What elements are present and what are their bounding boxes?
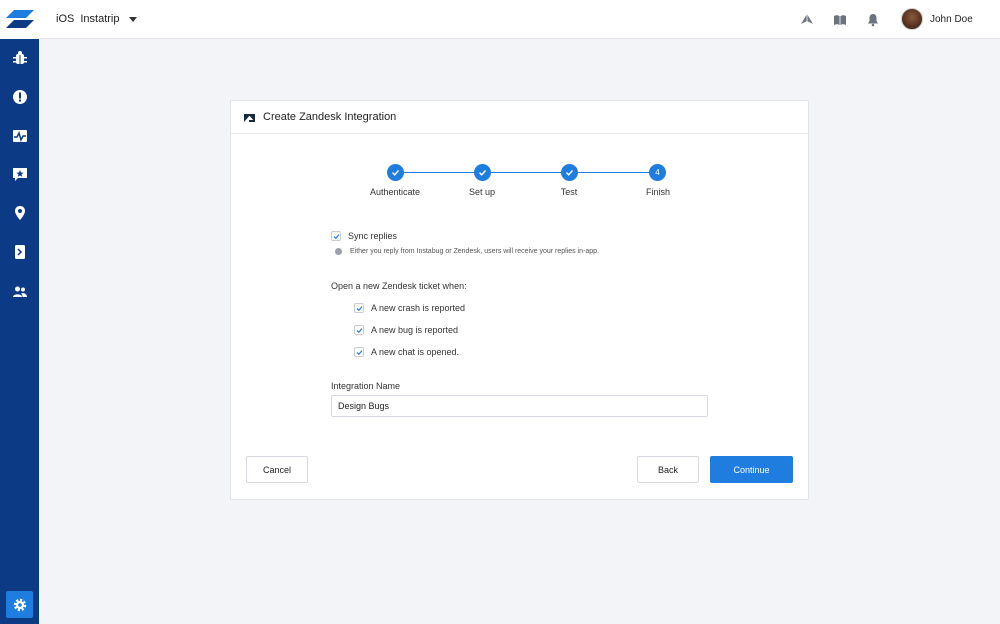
user-name: John Doe xyxy=(930,13,973,25)
step-4-marker: 4 xyxy=(649,164,666,181)
open-ticket-label: Open a new Zendesk ticket when: xyxy=(331,281,467,291)
step-2-marker xyxy=(474,164,491,181)
check-icon xyxy=(392,170,400,176)
app-selector[interactable]: iOS Instatrip xyxy=(56,13,138,25)
top-icons xyxy=(799,12,898,28)
nav-app-review[interactable] xyxy=(0,237,39,267)
sync-replies-label: Sync replies xyxy=(348,231,398,241)
step-label: Set up xyxy=(468,187,496,197)
ticket-chat-checkbox[interactable] xyxy=(354,347,364,357)
ticket-option-label: A new bug is reported xyxy=(371,325,459,335)
back-button[interactable]: Back xyxy=(637,456,699,483)
nav-location[interactable] xyxy=(0,198,39,228)
location-icon xyxy=(14,206,25,220)
cancel-button[interactable]: Cancel xyxy=(246,456,308,483)
ticket-option-bug[interactable]: A new bug is reported xyxy=(354,325,458,335)
settings-button[interactable] xyxy=(6,591,33,618)
step-connector xyxy=(404,172,474,173)
step-label: Authenticate xyxy=(369,187,421,197)
app-name: Instatrip xyxy=(80,13,120,25)
notifications-button[interactable] xyxy=(865,12,881,28)
topbar: iOS Instatrip John Doe xyxy=(39,0,1000,39)
bell-icon xyxy=(868,14,878,27)
ticket-option-label: A new crash is reported xyxy=(371,303,466,313)
check-icon xyxy=(356,349,362,355)
sidebar xyxy=(0,0,39,624)
ticket-crash-checkbox[interactable] xyxy=(354,303,364,313)
sync-replies-checkbox[interactable] xyxy=(331,231,341,241)
hint-text: Either you reply from Instabug or Zendes… xyxy=(350,248,599,255)
instabug-logo[interactable] xyxy=(0,0,39,39)
sync-replies-hint: Either you reply from Instabug or Zendes… xyxy=(335,248,599,255)
check-icon xyxy=(333,233,339,239)
nav-feature-requests[interactable] xyxy=(0,159,39,189)
check-icon xyxy=(566,170,574,176)
ticket-option-label: A new chat is opened. xyxy=(371,347,460,357)
nav-bugs[interactable] xyxy=(0,43,39,73)
step-label: Test xyxy=(560,187,578,197)
docs-button[interactable] xyxy=(832,12,848,28)
card-header: Create Zandesk Integration xyxy=(231,101,808,134)
nav-crashes[interactable] xyxy=(0,82,39,112)
continue-button[interactable]: Continue xyxy=(710,456,793,483)
integration-name-label: Integration Name xyxy=(331,381,401,391)
nav-users[interactable] xyxy=(0,277,39,307)
app-review-icon xyxy=(14,245,25,259)
nav-apm[interactable] xyxy=(0,121,39,151)
step-connector xyxy=(491,172,561,173)
users-icon xyxy=(12,286,27,297)
info-icon xyxy=(335,248,342,255)
check-icon xyxy=(356,305,362,311)
avatar xyxy=(901,8,923,30)
step-connector xyxy=(578,172,649,173)
check-icon xyxy=(356,327,362,333)
ticket-option-chat[interactable]: A new chat is opened. xyxy=(354,347,459,357)
sync-replies-option[interactable]: Sync replies xyxy=(331,231,397,241)
integration-card: Create Zandesk Integration 4 Authenticat… xyxy=(230,100,809,500)
step-label: Finish xyxy=(645,187,670,197)
step-1-marker xyxy=(387,164,404,181)
zendesk-logo-icon xyxy=(244,113,255,122)
book-icon xyxy=(834,15,846,25)
stepper: 4 Authenticate Set up Test Finish xyxy=(231,163,810,203)
user-menu[interactable]: John Doe xyxy=(901,8,973,30)
integration-name-input[interactable] xyxy=(331,395,708,417)
feature-requests-icon xyxy=(12,168,27,181)
bug-icon xyxy=(12,51,27,64)
apm-icon xyxy=(12,130,27,143)
announcements-button[interactable] xyxy=(799,12,815,28)
gear-icon xyxy=(13,598,26,611)
app-platform: iOS xyxy=(56,13,75,25)
crash-icon xyxy=(12,90,27,104)
logo-icon xyxy=(5,9,34,28)
ticket-option-crash[interactable]: A new crash is reported xyxy=(354,303,465,313)
check-icon xyxy=(479,170,487,176)
step-3-marker xyxy=(561,164,578,181)
announcement-icon xyxy=(801,14,813,24)
card-title: Create Zandesk Integration xyxy=(263,111,397,123)
ticket-bug-checkbox[interactable] xyxy=(354,325,364,335)
caret-down-icon xyxy=(129,16,138,22)
